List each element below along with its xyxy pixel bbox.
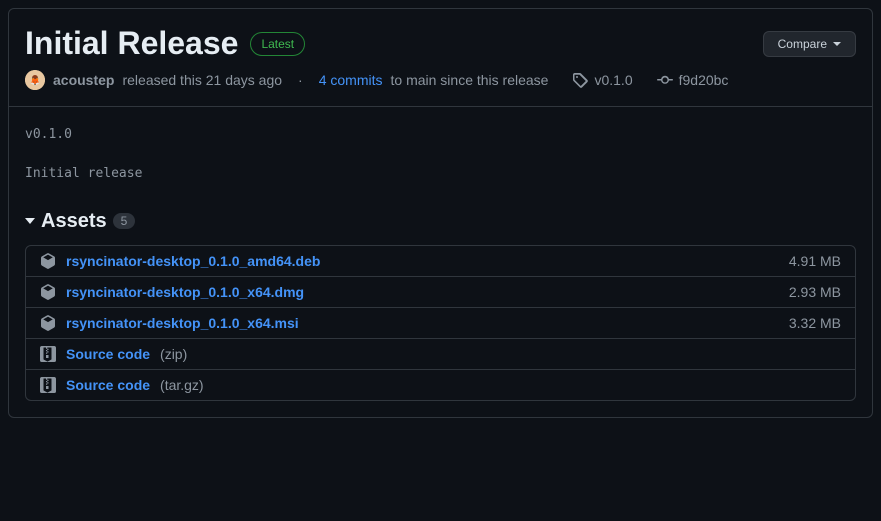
package-icon [40, 284, 56, 300]
separator: · [298, 72, 303, 88]
title-row: Initial Release Latest [25, 25, 305, 62]
commit-item[interactable]: f9d20bc [657, 72, 729, 88]
asset-row: rsyncinator-desktop_0.1.0_x64.msi 3.32 MB [26, 307, 855, 338]
assets-list: rsyncinator-desktop_0.1.0_amd64.deb 4.91 … [25, 245, 856, 401]
release-meta: 🦊 acoustep released this 21 days ago · 4… [9, 62, 872, 107]
caret-down-icon [25, 218, 35, 224]
file-zip-icon [40, 377, 56, 393]
asset-size: 2.93 MB [789, 284, 841, 300]
asset-name-link[interactable]: Source code [66, 377, 150, 393]
body-text: Initial release [25, 162, 856, 185]
svg-text:🦊: 🦊 [30, 77, 40, 86]
tag-item[interactable]: v0.1.0 [572, 72, 632, 88]
tag-icon [572, 72, 588, 88]
package-icon [40, 253, 56, 269]
commits-link[interactable]: 4 commits [319, 72, 383, 88]
asset-left: rsyncinator-desktop_0.1.0_x64.msi [40, 315, 299, 331]
compare-label: Compare [778, 37, 827, 51]
asset-name-link[interactable]: rsyncinator-desktop_0.1.0_x64.msi [66, 315, 299, 331]
body-version: v0.1.0 [25, 123, 856, 146]
asset-row: rsyncinator-desktop_0.1.0_amd64.deb 4.91 … [26, 246, 855, 276]
commit-sha: f9d20bc [679, 72, 729, 88]
asset-row: Source code (tar.gz) [26, 369, 855, 400]
asset-ext: (zip) [160, 346, 187, 362]
release-card: Initial Release Latest Compare 🦊 acouste… [8, 8, 873, 418]
package-icon [40, 284, 56, 300]
release-header: Initial Release Latest Compare [9, 9, 872, 62]
assets-title: Assets [41, 210, 107, 233]
package-icon [40, 315, 56, 331]
release-date-text: released this 21 days ago [122, 72, 282, 88]
asset-left: rsyncinator-desktop_0.1.0_amd64.deb [40, 253, 320, 269]
assets-toggle[interactable]: Assets 5 [25, 210, 856, 233]
asset-left: Source code (zip) [40, 346, 187, 362]
asset-name-link[interactable]: Source code [66, 346, 150, 362]
author-link[interactable]: acoustep [53, 72, 114, 88]
file-zip-icon [40, 346, 56, 362]
avatar[interactable]: 🦊 [25, 70, 45, 90]
commit-icon [657, 72, 673, 88]
release-title: Initial Release [25, 25, 238, 62]
asset-row: rsyncinator-desktop_0.1.0_x64.dmg 2.93 MB [26, 276, 855, 307]
asset-left: rsyncinator-desktop_0.1.0_x64.dmg [40, 284, 304, 300]
assets-count-badge: 5 [113, 213, 136, 229]
compare-button[interactable]: Compare [763, 31, 856, 57]
commits-suffix: to main since this release [391, 72, 549, 88]
tag-name: v0.1.0 [594, 72, 632, 88]
asset-size: 4.91 MB [789, 253, 841, 269]
release-body: v0.1.0 Initial release [9, 107, 872, 202]
asset-name-link[interactable]: rsyncinator-desktop_0.1.0_amd64.deb [66, 253, 320, 269]
file-zip-icon [40, 346, 56, 362]
package-icon [40, 315, 56, 331]
asset-left: Source code (tar.gz) [40, 377, 204, 393]
asset-ext: (tar.gz) [160, 377, 204, 393]
asset-size: 3.32 MB [789, 315, 841, 331]
latest-badge: Latest [250, 32, 305, 56]
package-icon [40, 253, 56, 269]
asset-row: Source code (zip) [26, 338, 855, 369]
file-zip-icon [40, 377, 56, 393]
chevron-down-icon [833, 42, 841, 46]
asset-name-link[interactable]: rsyncinator-desktop_0.1.0_x64.dmg [66, 284, 304, 300]
assets-section: Assets 5 rsyncinator-desktop_0.1.0_amd64… [9, 202, 872, 417]
